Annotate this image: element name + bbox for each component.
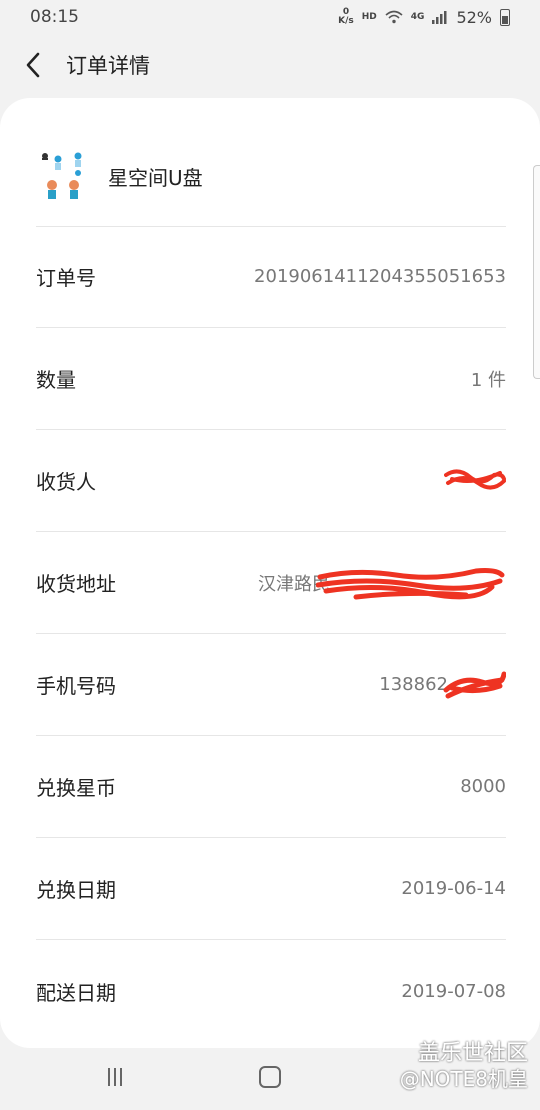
chevron-left-icon xyxy=(26,52,40,78)
recents-button[interactable] xyxy=(108,1068,122,1086)
row-star-coins: 兑换星币 8000 xyxy=(36,736,506,838)
status-bar: 08:15 0 K/s HD 4G 52% xyxy=(0,0,540,34)
redaction-scribble xyxy=(443,671,506,698)
row-recipient: 收货人 xyxy=(36,430,506,532)
redeem-date-value: 2019-06-14 xyxy=(401,878,506,899)
row-phone: 手机号码 138862 xyxy=(36,634,506,736)
row-address: 收货地址 汉津路民 xyxy=(36,532,506,634)
page-title: 订单详情 xyxy=(66,54,150,78)
recipient-value xyxy=(444,465,506,496)
product-name: 星空间U盘 xyxy=(108,165,203,190)
address-label: 收货地址 xyxy=(36,572,116,596)
watermark: 盖乐世社区 @NOTE8机皇 xyxy=(400,1040,528,1093)
order-info-list: 订单号 2019061411204355051653 数量 1 件 收货人 收货… xyxy=(36,226,506,1042)
delivery-date-label: 配送日期 xyxy=(36,980,116,1005)
scrollbar[interactable] xyxy=(533,165,540,379)
battery-percent: 52% xyxy=(456,7,492,27)
phone-label: 手机号码 xyxy=(36,674,116,698)
net-speed: 0 K/s xyxy=(338,7,354,26)
signal-icon xyxy=(432,11,447,24)
quantity-label: 数量 xyxy=(36,368,76,392)
hd-indicator: HD xyxy=(361,12,377,22)
row-quantity: 数量 1 件 xyxy=(36,328,506,430)
watermark-line1: 盖乐世社区 xyxy=(417,1040,528,1066)
recipient-label: 收货人 xyxy=(36,470,96,494)
home-button[interactable] xyxy=(259,1066,281,1088)
redeem-date-label: 兑换日期 xyxy=(36,878,116,902)
redaction-scribble xyxy=(444,469,506,490)
order-number-value: 2019061411204355051653 xyxy=(254,266,506,287)
phone-text: 138862 xyxy=(379,674,448,695)
quantity-value: 1 件 xyxy=(470,369,506,391)
redaction-scribble xyxy=(316,567,505,599)
status-icons: 0 K/s HD 4G 52% xyxy=(338,8,510,27)
network-type: 4G xyxy=(410,12,425,22)
back-button[interactable] xyxy=(20,52,46,78)
status-time: 08:15 xyxy=(30,7,79,27)
product-image xyxy=(42,152,82,199)
app-bar: 订单详情 xyxy=(0,34,540,96)
wifi-icon xyxy=(385,10,403,24)
address-value: 汉津路民 xyxy=(258,563,506,603)
star-coins-label: 兑换星币 xyxy=(36,776,116,800)
star-coins-value: 8000 xyxy=(460,776,506,797)
phone-value: 138862 xyxy=(379,670,506,700)
order-number-label: 订单号 xyxy=(36,266,96,290)
watermark-line2: @NOTE8机皇 xyxy=(399,1067,528,1091)
row-redeem-date: 兑换日期 2019-06-14 xyxy=(36,838,506,940)
row-order-number: 订单号 2019061411204355051653 xyxy=(36,226,506,328)
battery-icon xyxy=(500,8,510,26)
row-delivery-date: 配送日期 2019-07-08 xyxy=(36,940,506,1042)
order-detail-card: 星空间U盘 订单号 2019061411204355051653 数量 1 件 … xyxy=(0,98,540,1048)
delivery-date-value: 2019-07-08 xyxy=(401,980,506,1002)
recents-icon xyxy=(108,1068,110,1086)
product-header[interactable]: 星空间U盘 xyxy=(36,126,506,227)
